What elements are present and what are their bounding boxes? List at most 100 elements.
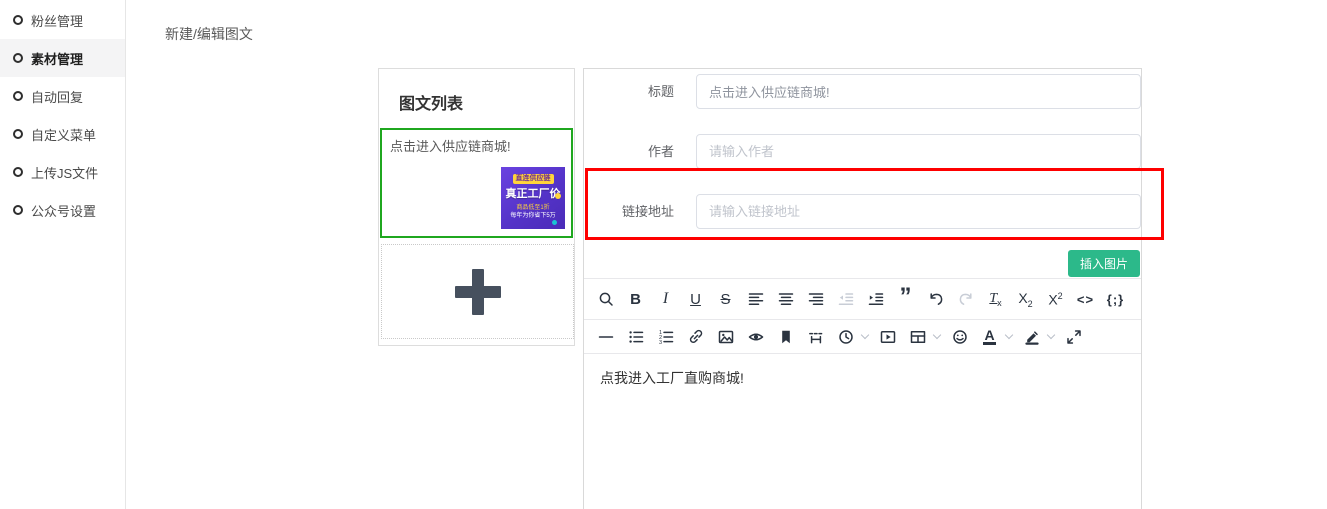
author-label: 作者 (594, 134, 674, 169)
chevron-down-icon[interactable] (861, 331, 869, 339)
align-center-icon (778, 291, 794, 307)
insert-datetime-button[interactable] (835, 324, 856, 350)
circle-icon (13, 15, 23, 25)
link-label: 链接地址 (594, 194, 674, 229)
subscript-button[interactable]: X2 (1015, 286, 1036, 312)
editor-content-area[interactable]: 点我进入工厂直购商城! (584, 354, 1141, 509)
editor-toolbar-row2: 123 A (584, 319, 1141, 354)
link-button[interactable] (685, 324, 706, 350)
undo-icon (928, 291, 944, 307)
plus-icon (455, 269, 501, 315)
author-field-row: 作者 (584, 134, 1141, 169)
backcolor-button[interactable] (1021, 324, 1042, 350)
forecolor-button[interactable]: A (979, 324, 1000, 350)
codesample-button[interactable]: {;} (1105, 286, 1126, 312)
chevron-down-icon[interactable] (933, 331, 941, 339)
preview-button[interactable] (745, 324, 766, 350)
circle-icon (13, 129, 23, 139)
superscript-icon: X2 (1048, 291, 1062, 308)
image-button[interactable] (715, 324, 736, 350)
emoticons-icon (952, 329, 968, 345)
numbered-list-icon: 123 (658, 329, 674, 345)
sidebar-item-label: 粉丝管理 (31, 11, 83, 30)
sidebar-item-label: 公众号设置 (31, 201, 96, 220)
emoticons-button[interactable] (949, 324, 970, 350)
sidebar-item-自动回复[interactable]: 自动回复 (0, 77, 125, 115)
blockquote-icon: ” (900, 292, 912, 306)
sidebar-item-label: 上传JS文件 (31, 163, 98, 182)
article-list-item-selected[interactable]: 点击进入供应链商城! 直连供应链 真正工厂价 商品低至1折 每年为你省下5万 (380, 128, 573, 238)
article-list-title: 图文列表 (379, 69, 574, 114)
table-icon (910, 329, 926, 345)
sidebar-item-自定义菜单[interactable]: 自定义菜单 (0, 115, 125, 153)
title-input[interactable] (696, 74, 1141, 109)
media-button[interactable] (877, 324, 898, 350)
anchor-button[interactable] (775, 324, 796, 350)
editor-toolbar-row1: BIU S ” Tx X2 X2 <> {;} (584, 278, 1141, 319)
outdent-icon (838, 291, 854, 307)
removeformat-button[interactable]: Tx (985, 286, 1006, 312)
page-break-button[interactable] (805, 324, 826, 350)
undo-button[interactable] (925, 286, 946, 312)
media-icon (880, 329, 896, 345)
page: 粉丝管理素材管理自动回复自定义菜单上传JS文件公众号设置 新建/编辑图文 图文列… (0, 0, 1327, 509)
horizontal-rule-icon (598, 329, 614, 345)
code-button[interactable]: <> (1075, 286, 1096, 312)
indent-button[interactable] (865, 286, 886, 312)
chevron-down-icon[interactable] (1005, 331, 1013, 339)
blockquote-button[interactable]: ” (895, 286, 916, 312)
strikethrough-icon: S (720, 291, 730, 308)
bullet-list-button[interactable] (625, 324, 646, 350)
circle-icon (13, 167, 23, 177)
sidebar-item-公众号设置[interactable]: 公众号设置 (0, 191, 125, 229)
thumbnail-line1: 商品低至1折 (501, 204, 565, 212)
horizontal-rule-button[interactable] (595, 324, 616, 350)
bold-icon: B (630, 291, 641, 308)
numbered-list-button[interactable]: 123 (655, 324, 676, 350)
article-item-title: 点击进入供应链商城! (382, 130, 571, 155)
sidebar-item-粉丝管理[interactable]: 粉丝管理 (0, 1, 125, 39)
align-center-button[interactable] (775, 286, 796, 312)
circle-icon (13, 205, 23, 215)
bullet-list-icon (628, 329, 644, 345)
circle-icon (13, 91, 23, 101)
bold-button[interactable]: B (625, 286, 646, 312)
preview-icon (748, 329, 764, 345)
align-right-button[interactable] (805, 286, 826, 312)
searchreplace-button[interactable] (595, 286, 616, 312)
link-input[interactable] (696, 194, 1141, 229)
article-list-panel: 图文列表 点击进入供应链商城! 直连供应链 真正工厂价 商品低至1折 每年为你省… (378, 68, 575, 346)
title-label: 标题 (594, 74, 674, 109)
underline-icon: U (690, 291, 701, 308)
table-button[interactable] (907, 324, 928, 350)
insert-datetime-icon (838, 329, 854, 345)
chevron-down-icon[interactable] (1047, 331, 1055, 339)
title-field-row: 标题 (584, 74, 1141, 109)
insert-image-button[interactable]: 插入图片 (1068, 250, 1140, 277)
circle-icon (13, 53, 23, 63)
fullscreen-button[interactable] (1063, 324, 1084, 350)
underline-button[interactable]: U (685, 286, 706, 312)
author-input[interactable] (696, 134, 1141, 169)
subscript-icon: X2 (1018, 290, 1032, 309)
italic-button[interactable]: I (655, 286, 676, 312)
page-title: 新建/编辑图文 (165, 24, 253, 44)
sidebar-item-label: 自动回复 (31, 87, 83, 106)
sidebar-item-上传JS文件[interactable]: 上传JS文件 (0, 153, 125, 191)
sidebar-item-label: 素材管理 (31, 49, 83, 68)
outdent-button[interactable] (835, 286, 856, 312)
codesample-icon: {;} (1107, 292, 1124, 307)
code-icon: <> (1077, 292, 1094, 307)
add-article-button[interactable] (381, 244, 574, 339)
svg-text:3: 3 (659, 340, 662, 345)
align-left-icon (748, 291, 764, 307)
link-icon (688, 329, 704, 345)
thumbnail-line2: 每年为你省下5万 (501, 212, 565, 220)
superscript-button[interactable]: X2 (1045, 286, 1066, 312)
indent-icon (868, 291, 884, 307)
anchor-icon (778, 329, 794, 345)
redo-button[interactable] (955, 286, 976, 312)
sidebar-item-素材管理[interactable]: 素材管理 (0, 39, 125, 77)
align-left-button[interactable] (745, 286, 766, 312)
strikethrough-button[interactable]: S (715, 286, 736, 312)
